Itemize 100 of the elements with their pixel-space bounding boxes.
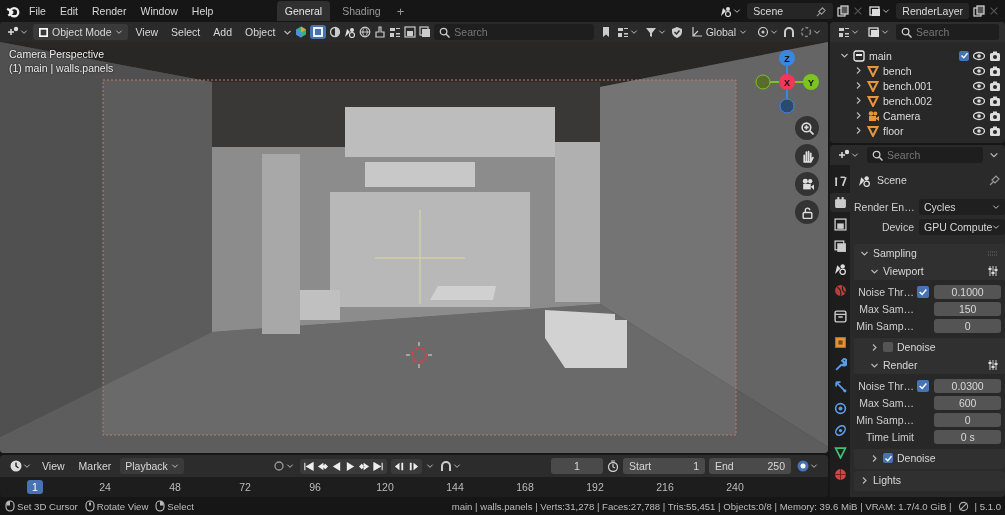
number-field[interactable]: 600 — [934, 396, 1002, 410]
outliner-row[interactable]: floor — [834, 123, 1001, 138]
jump-start-button[interactable] — [303, 460, 315, 472]
number-field[interactable]: 0.0300 — [934, 379, 1002, 393]
chevron-down-icon[interactable] — [426, 462, 435, 470]
layout-icon[interactable] — [389, 26, 402, 38]
menu-item[interactable]: Object — [240, 24, 281, 40]
number-field[interactable]: 0.1000 — [934, 285, 1002, 299]
search-field[interactable]: Search — [896, 24, 999, 40]
workspace-tab[interactable]: General — [276, 1, 331, 21]
eye-icon[interactable] — [973, 124, 985, 137]
playback-dropdown[interactable]: Playback — [120, 458, 184, 474]
eye-icon[interactable] — [973, 79, 985, 92]
subpanel-header[interactable]: Render — [854, 356, 1005, 374]
number-field[interactable]: 150 — [934, 302, 1002, 316]
end-frame-field[interactable]: End 250 — [709, 458, 791, 474]
menu-item[interactable]: View — [130, 24, 164, 40]
start-frame-field[interactable]: Start 1 — [623, 458, 705, 474]
chevron-right-icon[interactable] — [854, 96, 863, 105]
scene-icon[interactable] — [344, 26, 357, 38]
dropdown-field[interactable]: Cycles — [919, 199, 1005, 215]
number-field[interactable]: 0 s — [934, 430, 1002, 444]
menu-item[interactable]: Add — [208, 24, 237, 40]
step-forward-button[interactable] — [408, 460, 420, 472]
camera-icon[interactable] — [989, 79, 1001, 92]
menu-item[interactable]: Select — [166, 24, 206, 40]
current-frame-field[interactable]: 1 — [551, 458, 603, 474]
eye-icon[interactable] — [973, 49, 985, 62]
select-box-button[interactable] — [310, 25, 327, 39]
subpanel-header[interactable]: Denoise — [854, 449, 1005, 467]
half-circle-icon[interactable] — [329, 26, 342, 38]
panel-header[interactable]: Sampling — [854, 244, 1005, 262]
search-field[interactable]: Search — [867, 147, 983, 163]
checkbox[interactable] — [959, 50, 969, 61]
shield-icon[interactable] — [670, 26, 683, 38]
play-button[interactable] — [345, 460, 357, 472]
outliner-row[interactable]: Camera — [834, 108, 1001, 123]
magnet-icon[interactable] — [783, 26, 795, 38]
previous-keyframe-button[interactable] — [317, 460, 329, 472]
eye-icon[interactable] — [973, 94, 985, 107]
number-field[interactable]: 0 — [934, 319, 1002, 333]
search-field[interactable]: Search — [434, 24, 594, 40]
outliner-row[interactable]: bench.002 — [834, 93, 1001, 108]
brush-icon[interactable] — [374, 26, 387, 38]
menu-item[interactable]: File — [24, 3, 51, 19]
dropdown-field[interactable]: GPU Compute — [919, 219, 1005, 235]
globe-icon[interactable] — [359, 26, 372, 38]
panel-header[interactable]: Lights — [854, 471, 1005, 489]
menu-item[interactable]: Marker — [73, 458, 117, 474]
menu-item[interactable]: Render — [87, 3, 132, 19]
eye-icon[interactable] — [973, 109, 985, 122]
axis-handle[interactable] — [779, 50, 795, 66]
camera-icon[interactable] — [989, 124, 1001, 137]
axis-handle[interactable] — [779, 74, 795, 90]
checkbox[interactable] — [917, 286, 929, 298]
current-frame-marker[interactable]: 1 — [27, 480, 43, 494]
printer-icon[interactable] — [404, 26, 417, 38]
menu-item[interactable]: Window — [135, 3, 183, 19]
camera-icon[interactable] — [989, 49, 1001, 62]
axis-handle[interactable] — [755, 74, 771, 90]
filter-button[interactable] — [866, 25, 891, 39]
copy-icon[interactable] — [837, 5, 850, 17]
keying-button[interactable] — [795, 459, 820, 473]
checkbox[interactable] — [917, 380, 929, 392]
stopwatch-icon[interactable] — [607, 460, 619, 472]
next-keyframe-button[interactable] — [359, 460, 371, 472]
menu-item[interactable]: Help — [186, 3, 219, 19]
proportional-button[interactable] — [798, 25, 823, 39]
presets-icon[interactable] — [987, 359, 1000, 371]
menu-item[interactable]: Edit — [54, 3, 83, 19]
view-layer-field[interactable]: RenderLayer — [896, 3, 969, 19]
display-mode-button[interactable] — [836, 25, 861, 39]
copy-icon[interactable] — [973, 5, 985, 17]
chevron-right-icon[interactable] — [854, 66, 863, 75]
checkbox[interactable] — [883, 342, 893, 352]
pin-icon[interactable] — [989, 174, 1002, 186]
menu-item[interactable]: View — [37, 458, 70, 474]
camera-icon[interactable] — [989, 94, 1001, 107]
hexagon-icon[interactable] — [295, 26, 308, 38]
workspace-tab[interactable]: Shading — [334, 1, 389, 21]
play-reverse-button[interactable] — [331, 460, 343, 472]
chevron-right-icon[interactable] — [854, 111, 863, 120]
axis-handle[interactable] — [779, 98, 795, 114]
chevron-right-icon[interactable] — [854, 81, 863, 90]
axis-handle[interactable] — [803, 74, 819, 90]
outliner-row[interactable]: main — [834, 48, 1001, 63]
add-workspace-button[interactable]: + — [392, 3, 409, 19]
presets-icon[interactable] — [987, 265, 1000, 277]
logo-icon[interactable] — [6, 4, 20, 18]
subpanel-header[interactable]: Denoise — [854, 338, 1005, 356]
orientation-dropdown[interactable]: Global — [685, 24, 752, 40]
camera-icon[interactable] — [989, 109, 1001, 122]
scene-field[interactable]: Scene — [747, 3, 834, 19]
eye-icon[interactable] — [973, 64, 985, 77]
checkbox[interactable] — [883, 453, 893, 463]
pin-icon[interactable] — [816, 5, 828, 17]
chevron-right-icon[interactable] — [854, 126, 863, 135]
outliner-row[interactable]: bench.001 — [834, 78, 1001, 93]
subpanel-header[interactable]: Viewport — [854, 262, 1005, 280]
step-back-button[interactable] — [394, 460, 406, 472]
